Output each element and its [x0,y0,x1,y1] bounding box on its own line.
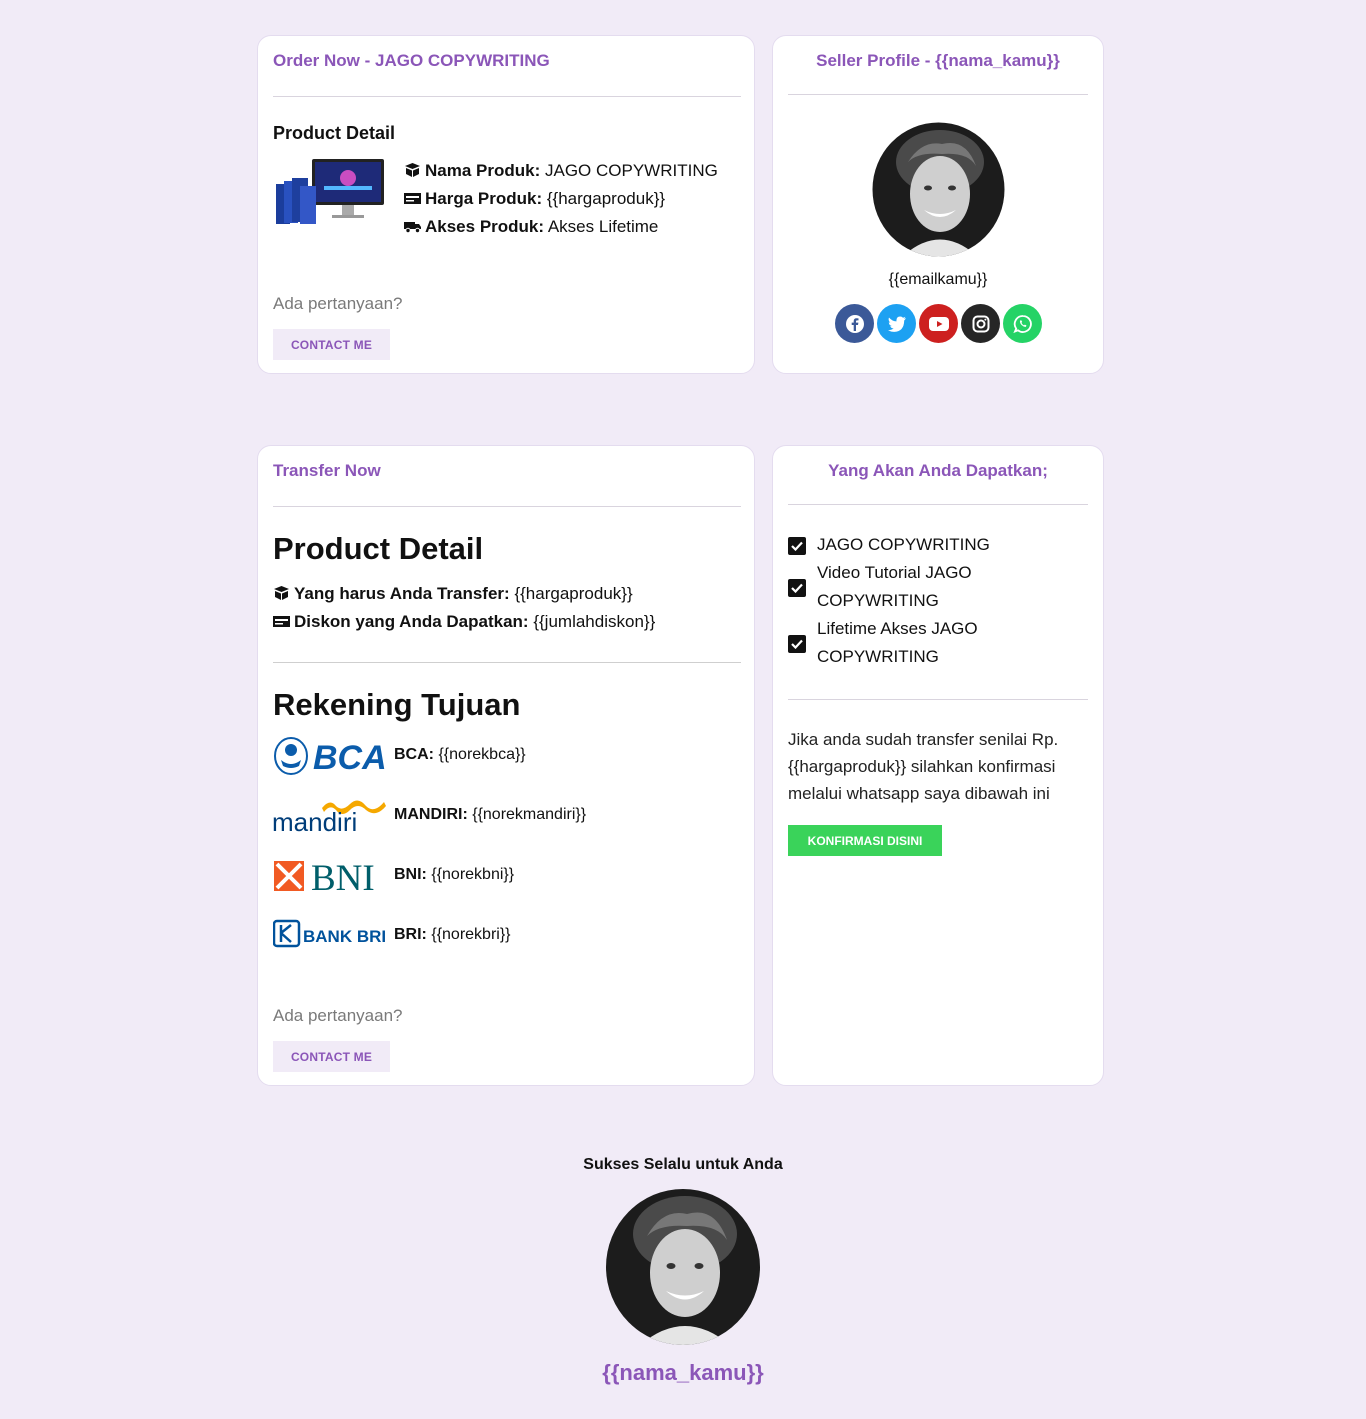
confirm-text-line: Jika anda sudah transfer senilai Rp. [788,730,1059,749]
facebook-icon[interactable] [835,304,874,343]
bni-logo: BNI [274,858,375,896]
transfer-card-divider-mid [273,662,741,663]
transfer-question-text: Ada pertanyaan? [273,1006,403,1025]
question-text: Ada pertanyaan? [273,294,403,313]
check-square-icon [788,635,806,653]
discount-label: Diskon yang Anda Dapatkan: [294,612,529,631]
benefit-item-line: JAGO COPYWRITING [817,535,990,554]
mandiri-logo: mandiri [272,800,386,836]
mandiri-account: {{norekmandiri}} [472,806,587,823]
contact-me-button[interactable]: CONTACT ME [273,329,390,360]
twitter-icon[interactable] [877,304,916,343]
confirm-text-line: {{hargaproduk}} silahkan konfirmasi [788,757,1056,776]
confirm-text-line: melalui whatsapp saya dibawah ini [788,784,1050,803]
bca-account: {{norekbca}} [438,746,526,763]
benefit-item-line: COPYWRITING [817,647,939,666]
mandiri-label: MANDIRI: [394,806,468,823]
whatsapp-icon[interactable] [1003,304,1042,343]
benefit-item-line: Video Tutorial JAGO [817,563,972,582]
transfer-amount-line: Yang harus Anda Transfer: {{hargaproduk}… [273,580,633,608]
footer-avatar [606,1189,760,1345]
product-price-line: Harga Produk: {{hargaproduk}} [404,185,665,213]
svg-text:BNI: BNI [311,858,375,896]
transfer-card-title: Transfer Now [273,461,381,480]
bri-account: {{norekbri}} [431,926,511,943]
shipping-fast-icon [404,222,421,233]
seller-email: {{emailkamu}} [888,271,988,288]
bca-label: BCA: [394,746,434,763]
product-name-label: Nama Produk: [425,161,541,180]
discount-value: {{jumlahdiskon}} [533,612,656,631]
box-open-icon [274,586,289,600]
bri-label: BRI: [394,926,427,943]
bca-row: BCA: {{norekbca}} [394,746,526,764]
product-access-value: Akses Lifetime [547,217,659,236]
instagram-icon[interactable] [961,304,1000,343]
bni-label: BNI: [394,866,427,883]
benefit-item: Video Tutorial JAGO COPYWRITING [817,559,972,615]
benefit-item: JAGO COPYWRITING [817,531,990,559]
seller-profile-card: Seller Profile - {{nama_kamu}} {{emailka… [772,35,1104,374]
seller-card-title: Seller Profile - {{nama_kamu}} [816,51,1060,70]
svg-text:BANK BRI: BANK BRI [303,927,386,946]
box-open-icon [405,163,420,177]
product-price-value: {{hargaproduk}} [546,189,666,208]
seller-card-divider [788,94,1088,95]
confirm-text: Jika anda sudah transfer senilai Rp. {{h… [788,726,1058,807]
discount-line: Diskon yang Anda Dapatkan: {{jumlahdisko… [273,608,655,636]
product-access-line: Akses Produk: Akses Lifetime [404,213,658,241]
footer-name: {{nama_kamu}} [602,1360,764,1385]
order-card-title: Order Now - JAGO COPYWRITING [273,51,550,70]
seller-avatar [872,122,1005,257]
transfer-amount-label: Yang harus Anda Transfer: [294,584,510,603]
benefits-card-title: Yang Akan Anda Dapatkan; [828,461,1048,480]
svg-text:mandiri: mandiri [272,807,357,836]
product-price-label: Harga Produk: [425,189,543,208]
transfer-product-heading: Product Detail [273,531,484,566]
benefit-item: Lifetime Akses JAGO COPYWRITING [817,615,978,671]
order-card: Order Now - JAGO COPYWRITING Product Det… [257,35,755,374]
transfer-card: Transfer Now Product Detail Yang harus A… [257,445,755,1086]
transfer-contact-me-button[interactable]: CONTACT ME [273,1041,390,1072]
benefits-card-divider-top [788,504,1088,505]
money-bill-icon [273,616,290,627]
order-card-divider [273,96,741,97]
check-square-icon [788,537,806,555]
bni-row: BNI: {{norekbni}} [394,866,514,884]
mandiri-row: MANDIRI: {{norekmandiri}} [394,806,586,824]
footer-tagline: Sukses Selalu untuk Anda [583,1156,783,1173]
transfer-amount-value: {{hargaproduk}} [514,584,633,603]
benefit-item-line: COPYWRITING [817,591,939,610]
product-name-line: Nama Produk: JAGO COPYWRITING [404,157,718,185]
product-detail-heading: Product Detail [273,123,396,143]
product-name-value: JAGO COPYWRITING [544,161,718,180]
transfer-card-divider-top [273,506,741,507]
youtube-icon[interactable] [919,304,958,343]
bca-logo: BCA [274,737,387,776]
product-access-label: Akses Produk: [425,217,545,236]
benefit-item-line: Lifetime Akses JAGO [817,619,978,638]
konfirmasi-button[interactable]: KONFIRMASI DISINI [788,825,942,856]
benefits-card: Yang Akan Anda Dapatkan; JAGO COPYWRITIN… [772,445,1104,1086]
check-square-icon [788,579,806,597]
bni-account: {{norekbni}} [431,866,515,883]
bri-row: BRI: {{norekbri}} [394,926,511,944]
benefits-card-divider-mid [788,699,1088,700]
product-image [276,159,384,224]
money-bill-icon [404,193,421,204]
bri-logo: BANK BRI [273,919,386,948]
rekening-heading: Rekening Tujuan [273,687,521,722]
svg-text:BCA: BCA [313,739,387,776]
